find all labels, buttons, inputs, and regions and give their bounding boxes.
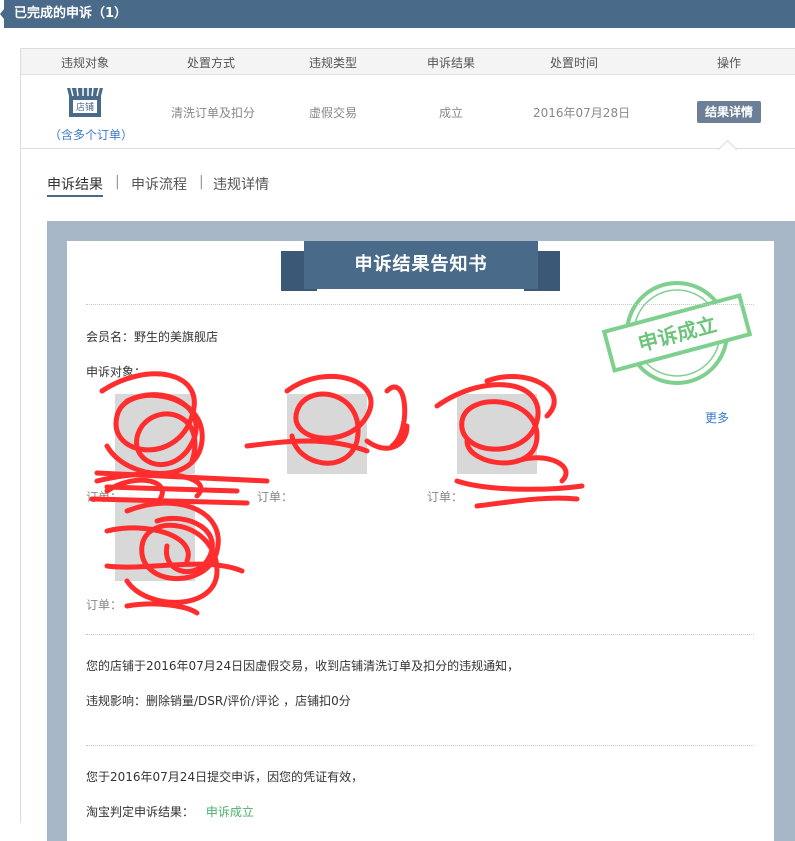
divider (86, 634, 754, 635)
col-appeal-result: 申诉结果 (427, 56, 476, 70)
notice-title: 申诉结果告知书 (304, 241, 538, 289)
more-orders-link[interactable]: 更多 (705, 409, 729, 426)
table-row: 店铺 （含多个订单） 清洗订单及扣分 虚假交易 成立 2016年07月28日 结… (21, 76, 795, 149)
result-detail-button[interactable]: 结果详情 (697, 101, 761, 123)
order-label: 订单： (427, 490, 464, 504)
order-label: 订单： (257, 490, 294, 504)
tab-separator: | (199, 174, 204, 190)
approved-stamp: 申诉成立 (601, 281, 753, 385)
store-icon-text: 店铺 (76, 101, 94, 113)
col-time: 处置时间 (550, 56, 599, 70)
divider (86, 745, 754, 746)
judgement-result: 申诉成立 (205, 805, 254, 819)
handling-value: 清洗订单及扣分 (171, 106, 256, 120)
time-value: 2016年07月28日 (533, 106, 631, 120)
tab-separator: | (115, 174, 120, 190)
header-title: 已完成的申诉（1） (14, 6, 128, 21)
appeal-result-notice: 申诉结果告知书 申诉成立 会员名：野生的美旗舰店 申诉对象： 订单： 订单： 订… (67, 241, 774, 841)
multi-orders-link[interactable]: （含多个订单） (49, 126, 133, 143)
active-tab-indicator (47, 195, 103, 197)
order-thumbnail[interactable] (457, 394, 537, 474)
judgement-label: 淘宝判定申诉结果： (86, 805, 195, 819)
col-violation-type: 违规类型 (309, 56, 358, 70)
table-header: 违规对象 处置方式 违规类型 申诉结果 处置时间 操作 (21, 49, 795, 75)
order-label: 订单： (86, 490, 123, 504)
col-action: 操作 (717, 56, 742, 70)
member-name: 会员名：野生的美旗舰店 (86, 330, 219, 344)
tab-appeal-result[interactable]: 申诉结果 (47, 174, 103, 194)
tab-violation-detail[interactable]: 违规详情 (213, 174, 269, 194)
store-icon: 店铺 (67, 87, 103, 117)
appeal-panel: 违规对象 处置方式 违规类型 申诉结果 处置时间 操作 店铺 （含多个订单） 清… (20, 48, 795, 841)
tab-appeal-process[interactable]: 申诉流程 (131, 174, 187, 194)
violation-type-value: 虚假交易 (309, 106, 358, 120)
notice-frame: 申诉结果告知书 申诉成立 会员名：野生的美旗舰店 申诉对象： 订单： 订单： 订… (47, 221, 795, 841)
appeal-submit-line: 您于2016年07月24日提交申诉，因您的凭证有效， (86, 770, 364, 784)
appeal-object-label: 申诉对象： (86, 365, 147, 379)
completed-appeals-header: 已完成的申诉（1） (0, 0, 795, 28)
col-violation-object: 违规对象 (61, 56, 110, 70)
appeal-result-value: 成立 (439, 106, 464, 120)
order-thumbnail[interactable] (115, 501, 195, 581)
order-thumbnail[interactable] (115, 394, 195, 474)
violation-notice-line: 您的店铺于2016年07月24日因虚假交易，收到店铺清洗订单及扣分的违规通知， (86, 659, 520, 673)
divider (86, 304, 754, 305)
order-label: 订单： (86, 598, 123, 612)
col-handling: 处置方式 (187, 56, 236, 70)
order-thumbnail[interactable] (287, 394, 367, 474)
judgement-line: 淘宝判定申诉结果： 申诉成立 (86, 803, 254, 820)
violation-impact-line: 违规影响：删除销量/DSR/评价/评论 ，店铺扣0分 (86, 694, 351, 708)
detail-pointer (717, 136, 739, 150)
